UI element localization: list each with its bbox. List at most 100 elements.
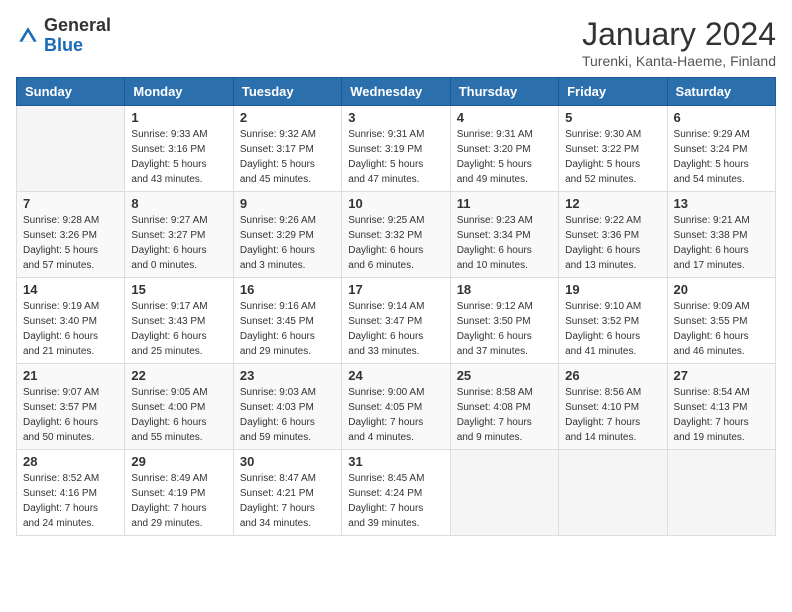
day-number: 21 [23, 368, 118, 383]
weekday-header: Wednesday [342, 78, 450, 106]
calendar-week-row: 1 Sunrise: 9:33 AMSunset: 3:16 PMDaylight… [17, 106, 776, 192]
day-number: 23 [240, 368, 335, 383]
calendar-cell: 20 Sunrise: 9:09 AMSunset: 3:55 PMDayligh… [667, 278, 775, 364]
day-info: Sunrise: 9:19 AMSunset: 3:40 PMDaylight:… [23, 299, 118, 359]
calendar-cell [559, 450, 667, 536]
day-number: 20 [674, 282, 769, 297]
calendar-cell: 5Sunrise: 9:30 AMSunset: 3:22 PMDaylight… [559, 106, 667, 192]
day-number: 2 [240, 110, 335, 125]
day-info: Sunrise: 9:05 AMSunset: 4:00 PMDaylight:… [131, 385, 226, 445]
day-info: Sunrise: 8:58 AMSunset: 4:08 PMDaylight:… [457, 385, 552, 445]
day-number: 18 [457, 282, 552, 297]
weekday-header: Saturday [667, 78, 775, 106]
day-number: 13 [674, 196, 769, 211]
calendar-cell [17, 106, 125, 192]
weekday-header: Monday [125, 78, 233, 106]
day-info: Sunrise: 9:14 AMSunset: 3:47 PMDaylight:… [348, 299, 443, 359]
title-block: January 2024 Turenki, Kanta-Haeme, Finla… [582, 16, 776, 69]
day-info: Sunrise: 9:09 AMSunset: 3:55 PMDaylight:… [674, 299, 769, 359]
day-info: Sunrise: 8:45 AMSunset: 4:24 PMDaylight:… [348, 471, 443, 531]
calendar-cell: 28 Sunrise: 8:52 AMSunset: 4:16 PMDayligh… [17, 450, 125, 536]
weekday-header-row: SundayMondayTuesdayWednesdayThursdayFrid… [17, 78, 776, 106]
day-info: Sunrise: 8:56 AMSunset: 4:10 PMDaylight:… [565, 385, 660, 445]
day-info: Sunrise: 9:22 AMSunset: 3:36 PMDaylight:… [565, 213, 660, 273]
calendar-cell: 30 Sunrise: 8:47 AMSunset: 4:21 PMDayligh… [233, 450, 341, 536]
day-number: 12 [565, 196, 660, 211]
weekday-header: Sunday [17, 78, 125, 106]
day-info: Sunrise: 9:31 AMSunset: 3:20 PMDaylight:… [457, 127, 552, 187]
calendar-cell: 16 Sunrise: 9:16 AMSunset: 3:45 PMDayligh… [233, 278, 341, 364]
calendar-cell: 17 Sunrise: 9:14 AMSunset: 3:47 PMDayligh… [342, 278, 450, 364]
calendar-cell: 21 Sunrise: 9:07 AMSunset: 3:57 PMDayligh… [17, 364, 125, 450]
weekday-header: Tuesday [233, 78, 341, 106]
weekday-header: Thursday [450, 78, 558, 106]
day-info: Sunrise: 9:25 AMSunset: 3:32 PMDaylight:… [348, 213, 443, 273]
day-number: 7 [23, 196, 118, 211]
day-info: Sunrise: 9:07 AMSunset: 3:57 PMDaylight:… [23, 385, 118, 445]
day-number: 29 [131, 454, 226, 469]
day-info: Sunrise: 9:32 AMSunset: 3:17 PMDaylight:… [240, 127, 335, 187]
day-number: 3 [348, 110, 443, 125]
day-number: 24 [348, 368, 443, 383]
day-info: Sunrise: 9:16 AMSunset: 3:45 PMDaylight:… [240, 299, 335, 359]
location: Turenki, Kanta-Haeme, Finland [582, 53, 776, 69]
day-number: 9 [240, 196, 335, 211]
calendar-cell: 11Sunrise: 9:23 AMSunset: 3:34 PMDayligh… [450, 192, 558, 278]
day-info: Sunrise: 9:21 AMSunset: 3:38 PMDaylight:… [674, 213, 769, 273]
calendar-cell: 2 Sunrise: 9:32 AMSunset: 3:17 PMDaylight… [233, 106, 341, 192]
day-info: Sunrise: 9:17 AMSunset: 3:43 PMDaylight:… [131, 299, 226, 359]
day-number: 28 [23, 454, 118, 469]
logo-text-general: General [44, 15, 111, 35]
day-number: 1 [131, 110, 226, 125]
day-number: 19 [565, 282, 660, 297]
day-info: Sunrise: 8:52 AMSunset: 4:16 PMDaylight:… [23, 471, 118, 531]
calendar-week-row: 14 Sunrise: 9:19 AMSunset: 3:40 PMDayligh… [17, 278, 776, 364]
calendar-cell: 27Sunrise: 8:54 AMSunset: 4:13 PMDayligh… [667, 364, 775, 450]
day-info: Sunrise: 9:12 AMSunset: 3:50 PMDaylight:… [457, 299, 552, 359]
day-number: 25 [457, 368, 552, 383]
day-number: 11 [457, 196, 552, 211]
day-number: 26 [565, 368, 660, 383]
calendar-week-row: 7 Sunrise: 9:28 AMSunset: 3:26 PMDaylight… [17, 192, 776, 278]
day-info: Sunrise: 8:47 AMSunset: 4:21 PMDaylight:… [240, 471, 335, 531]
day-info: Sunrise: 9:33 AMSunset: 3:16 PMDaylight:… [131, 127, 226, 187]
day-number: 5 [565, 110, 660, 125]
day-info: Sunrise: 9:26 AMSunset: 3:29 PMDaylight:… [240, 213, 335, 273]
day-info: Sunrise: 9:28 AMSunset: 3:26 PMDaylight:… [23, 213, 118, 273]
day-number: 16 [240, 282, 335, 297]
calendar-cell [667, 450, 775, 536]
day-number: 6 [674, 110, 769, 125]
day-number: 15 [131, 282, 226, 297]
calendar-cell: 4Sunrise: 9:31 AMSunset: 3:20 PMDaylight… [450, 106, 558, 192]
calendar-cell: 31 Sunrise: 8:45 AMSunset: 4:24 PMDayligh… [342, 450, 450, 536]
logo-icon [16, 24, 40, 48]
calendar-cell: 1 Sunrise: 9:33 AMSunset: 3:16 PMDaylight… [125, 106, 233, 192]
calendar-cell [450, 450, 558, 536]
day-number: 17 [348, 282, 443, 297]
calendar-cell: 6Sunrise: 9:29 AMSunset: 3:24 PMDaylight… [667, 106, 775, 192]
calendar-cell: 10 Sunrise: 9:25 AMSunset: 3:32 PMDayligh… [342, 192, 450, 278]
calendar-cell: 29Sunrise: 8:49 AMSunset: 4:19 PMDayligh… [125, 450, 233, 536]
calendar-cell: 9 Sunrise: 9:26 AMSunset: 3:29 PMDaylight… [233, 192, 341, 278]
page-header: General Blue January 2024 Turenki, Kanta… [16, 16, 776, 69]
day-number: 31 [348, 454, 443, 469]
day-number: 27 [674, 368, 769, 383]
calendar-table: SundayMondayTuesdayWednesdayThursdayFrid… [16, 77, 776, 536]
logo: General Blue [16, 16, 111, 56]
day-number: 8 [131, 196, 226, 211]
calendar-cell: 3Sunrise: 9:31 AMSunset: 3:19 PMDaylight… [342, 106, 450, 192]
calendar-cell: 23Sunrise: 9:03 AMSunset: 4:03 PMDayligh… [233, 364, 341, 450]
day-info: Sunrise: 9:00 AMSunset: 4:05 PMDaylight:… [348, 385, 443, 445]
day-number: 30 [240, 454, 335, 469]
calendar-cell: 12 Sunrise: 9:22 AMSunset: 3:36 PMDayligh… [559, 192, 667, 278]
calendar-cell: 19 Sunrise: 9:10 AMSunset: 3:52 PMDayligh… [559, 278, 667, 364]
day-number: 10 [348, 196, 443, 211]
calendar-cell: 15 Sunrise: 9:17 AMSunset: 3:43 PMDayligh… [125, 278, 233, 364]
calendar-cell: 14 Sunrise: 9:19 AMSunset: 3:40 PMDayligh… [17, 278, 125, 364]
day-number: 22 [131, 368, 226, 383]
day-number: 14 [23, 282, 118, 297]
calendar-week-row: 21 Sunrise: 9:07 AMSunset: 3:57 PMDayligh… [17, 364, 776, 450]
day-info: Sunrise: 9:10 AMSunset: 3:52 PMDaylight:… [565, 299, 660, 359]
calendar-cell: 22 Sunrise: 9:05 AMSunset: 4:00 PMDayligh… [125, 364, 233, 450]
weekday-header: Friday [559, 78, 667, 106]
